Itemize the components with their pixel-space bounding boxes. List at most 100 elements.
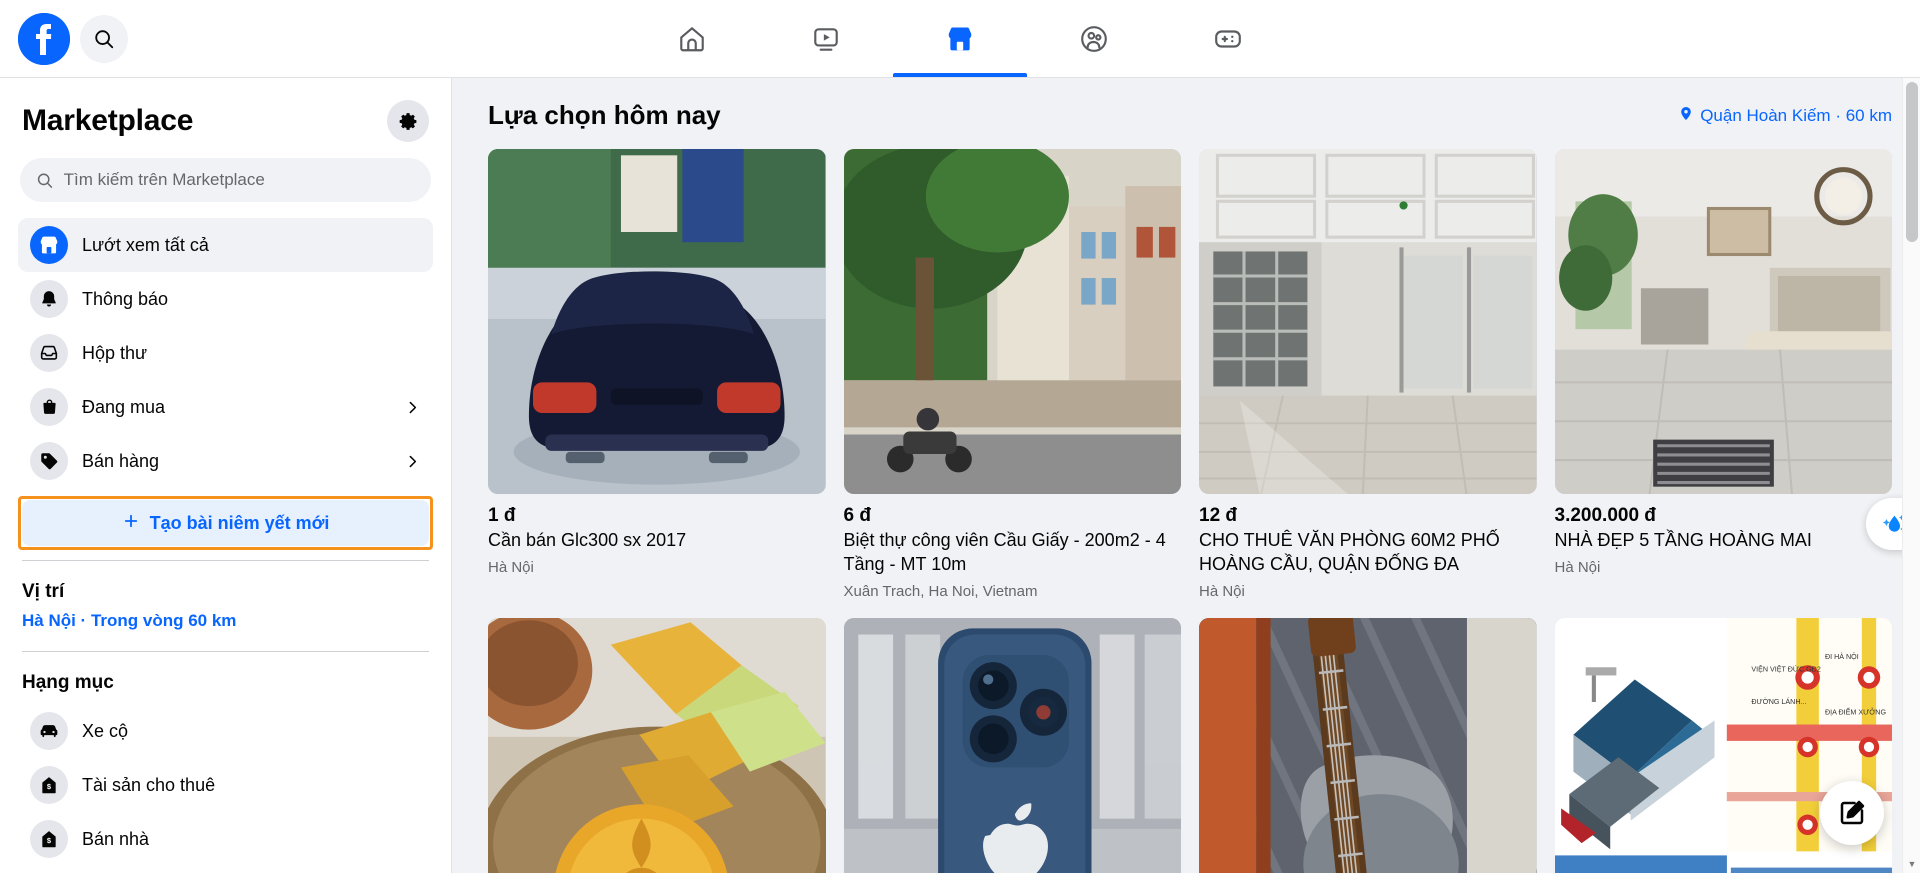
- location-filter-link[interactable]: Hà Nội · Trong vòng 60 km: [18, 611, 433, 643]
- sidebar-category-vehicles[interactable]: Xe cộ: [18, 704, 433, 758]
- groups-icon: [1081, 25, 1107, 52]
- listing-card[interactable]: 12 đ CHO THUÊ VĂN PHÒNG 60M2 PHỐ HOÀNG C…: [1199, 149, 1537, 600]
- section-title: Lựa chọn hôm nay: [488, 100, 721, 130]
- nav-tab-gaming[interactable]: [1161, 0, 1295, 77]
- main-inner: Lựa chọn hôm nay Quận Hoàn Kiếm · 60 km: [452, 78, 1920, 873]
- page-title: Marketplace: [22, 104, 194, 137]
- sidebar-item-label: Hộp thư: [82, 342, 148, 363]
- nav-tab-video[interactable]: [759, 0, 893, 77]
- listing-card[interactable]: 6 đ Biệt thự công viên Cầu Giấy - 200m2 …: [843, 149, 1181, 600]
- listing-image[interactable]: [488, 149, 826, 494]
- nav-tab-groups[interactable]: [1027, 0, 1161, 77]
- sidebar-header: Marketplace: [18, 92, 433, 148]
- create-listing-label: Tạo bài niêm yết mới: [149, 512, 330, 533]
- listing-title: CHO THUÊ VĂN PHÒNG 60M2 PHỐ HOÀNG CẦU, Q…: [1199, 530, 1500, 574]
- sidebar-search-box[interactable]: [20, 158, 431, 202]
- house-rent-icon: $: [30, 766, 68, 804]
- listing-card[interactable]: [843, 617, 1181, 873]
- create-new-listing-button[interactable]: Tạo bài niêm yết mới: [22, 500, 429, 546]
- page-scrollbar[interactable]: ▼: [1902, 78, 1920, 873]
- sidebar-category-label: Tài sản cho thuê: [82, 774, 216, 795]
- listing-location: Hà Nội: [1199, 582, 1245, 600]
- home-icon: [680, 26, 704, 51]
- chevron-right-icon: [404, 399, 421, 416]
- listing-price: 6 đ: [843, 505, 871, 526]
- listing-image[interactable]: [843, 149, 1181, 494]
- listing-price: 12 đ: [1199, 505, 1238, 526]
- facebook-logo[interactable]: [18, 12, 70, 65]
- listing-title: Cần bán Glc300 sx 2017: [488, 530, 687, 550]
- sidebar-item-label: Thông báo: [82, 288, 169, 309]
- search-icon: [95, 29, 114, 48]
- gear-icon: [399, 112, 416, 130]
- scrollbar-down-arrow[interactable]: ▼: [1903, 855, 1920, 873]
- sidebar-item-buying[interactable]: Đang mua: [18, 380, 433, 434]
- listing-image[interactable]: [1554, 149, 1892, 494]
- sidebar-divider-1: [22, 560, 429, 561]
- listing-location: Xuân Trach, Ha Noi, Vietnam: [843, 582, 1038, 600]
- listing-card[interactable]: [1199, 617, 1537, 873]
- top-navigation-bar: [0, 0, 1920, 78]
- page-body: Marketplace Tìm kiếm trên Marketplace Lư…: [0, 78, 1920, 873]
- search-icon: [37, 173, 53, 188]
- svg-text:ĐƯỜNG LÁNH...: ĐƯỜNG LÁNH...: [1751, 697, 1806, 706]
- marketplace-main-content: Lựa chọn hôm nay Quận Hoàn Kiếm · 60 km: [452, 78, 1920, 873]
- main-nav-tabs: [625, 0, 1295, 77]
- sidebar-item-selling[interactable]: Bán hàng: [18, 434, 433, 488]
- marketplace-page: Marketplace Tìm kiếm trên Marketplace Lư…: [0, 0, 1920, 873]
- topbar-left-group: [0, 12, 420, 65]
- house-sale-icon: $: [30, 820, 68, 858]
- listing-title: NHÀ ĐẸP 5 TẦNG HOÀNG MAI: [1554, 530, 1812, 550]
- compose-pencil-icon: [1840, 800, 1865, 825]
- listing-price: 1 đ: [488, 505, 516, 526]
- listing-grid: 1 đ Cần bán Glc300 sx 2017 Hà Nội 6 đ Bi…: [488, 149, 1892, 873]
- listing-title: Biệt thự công viên Cầu Giấy - 200m2 - 4 …: [843, 530, 1166, 574]
- svg-text:ĐI HÀ NỘI: ĐI HÀ NỘI: [1825, 652, 1859, 661]
- listing-location: Hà Nội: [1554, 558, 1601, 576]
- listing-image[interactable]: [1199, 617, 1537, 873]
- header-location-filter[interactable]: Quận Hoàn Kiếm · 60 km: [1678, 104, 1892, 128]
- category-list: Xe cộ $ Tài sản cho thuê $ Bán nhà: [18, 704, 433, 866]
- scrollbar-thumb[interactable]: [1906, 82, 1918, 242]
- listing-card[interactable]: 3.200.000 đ NHÀ ĐẸP 5 TẦNG HOÀNG MAI Hà …: [1554, 149, 1892, 600]
- nav-tab-home[interactable]: [625, 0, 759, 77]
- listing-image[interactable]: [843, 617, 1181, 873]
- nav-tab-marketplace[interactable]: [893, 0, 1027, 77]
- sidebar-category-label: Bán nhà: [82, 828, 150, 849]
- sidebar-category-label: Xe cộ: [82, 720, 129, 741]
- sidebar-item-label: Bán hàng: [82, 450, 160, 471]
- header-location-label: Quận Hoàn Kiếm · 60 km: [1700, 105, 1892, 125]
- listing-image[interactable]: [488, 617, 826, 873]
- sidebar-item-label: Lướt xem tất cả: [82, 234, 209, 255]
- sidebar-item-browse-all[interactable]: Lướt xem tất cả: [18, 218, 433, 272]
- bag-icon: [30, 388, 68, 426]
- sidebar-item-label: Đang mua: [82, 396, 166, 417]
- sidebar-category-rental[interactable]: $ Tài sản cho thuê: [18, 758, 433, 812]
- marketplace-icon: [30, 226, 68, 264]
- marketplace-settings-button[interactable]: [387, 100, 429, 142]
- svg-text:VIỆN VIỆT ĐỨC GĐ2: VIỆN VIỆT ĐỨC GĐ2: [1751, 664, 1820, 673]
- sidebar-item-notifications[interactable]: Thông báo: [18, 272, 433, 326]
- gaming-icon: [1215, 29, 1241, 48]
- video-icon: [814, 27, 838, 51]
- listing-card[interactable]: [488, 617, 826, 873]
- listing-image[interactable]: [1199, 149, 1537, 494]
- svg-text:ĐỊA ĐIỂM XƯỞNG: ĐỊA ĐIỂM XƯỞNG: [1825, 707, 1886, 716]
- location-pin-icon: [1678, 104, 1694, 128]
- search-input[interactable]: [63, 170, 415, 190]
- create-listing-highlight: Tạo bài niêm yết mới: [18, 496, 433, 550]
- tag-icon: [30, 442, 68, 480]
- plus-icon: [122, 512, 140, 535]
- bell-icon: [30, 280, 68, 318]
- sidebar-divider-2: [22, 651, 429, 652]
- car-icon: [30, 712, 68, 750]
- marketplace-sidebar: Marketplace Tìm kiếm trên Marketplace Lư…: [0, 78, 452, 873]
- sidebar-category-homes-for-sale[interactable]: $ Bán nhà: [18, 812, 433, 866]
- compose-listing-fab[interactable]: [1820, 781, 1884, 845]
- sidebar-item-inbox[interactable]: Hộp thư: [18, 326, 433, 380]
- main-header: Lựa chọn hôm nay Quận Hoàn Kiếm · 60 km: [488, 100, 1892, 131]
- category-section-heading: Hạng mục: [22, 672, 114, 693]
- listing-card[interactable]: 1 đ Cần bán Glc300 sx 2017 Hà Nội: [488, 149, 826, 600]
- location-section-heading: Vị trí: [22, 581, 65, 602]
- global-search-button[interactable]: [80, 14, 128, 63]
